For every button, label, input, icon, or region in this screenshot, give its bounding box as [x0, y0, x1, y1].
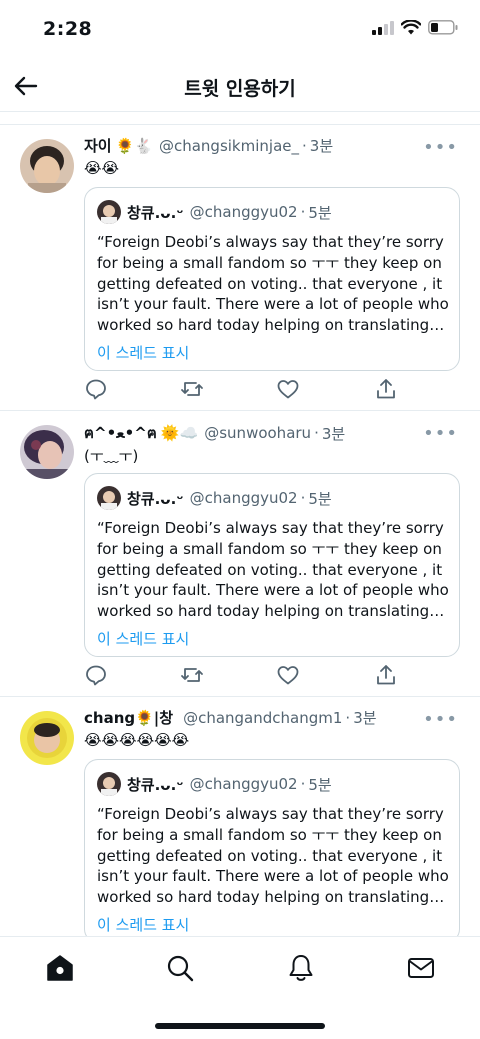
- show-thread-link[interactable]: 이 스레드 표시: [97, 342, 189, 363]
- retweet-icon[interactable]: [180, 663, 204, 687]
- quoted-tweet-header: 창큐.ᴗ.ᵕ @changgyu02 · 5분: [97, 200, 332, 224]
- status-time: 2:28: [43, 18, 93, 40]
- more-options-icon[interactable]: •••: [423, 709, 458, 730]
- quoted-display-name: 창큐.ᴗ.ᵕ: [127, 203, 184, 222]
- share-icon[interactable]: [374, 377, 398, 401]
- quoted-user-handle: @changgyu02: [189, 775, 298, 793]
- separator-dot: ·: [300, 775, 306, 793]
- status-bar: 2:28: [0, 0, 480, 62]
- reply-icon[interactable]: [84, 663, 108, 687]
- tweet-text: 😭😭: [84, 159, 120, 177]
- timestamp: 3분: [353, 709, 377, 727]
- quoted-timestamp: 5분: [308, 489, 332, 508]
- signal-icon: [372, 20, 394, 35]
- timestamp: 3분: [321, 424, 346, 443]
- bottom-nav: [0, 936, 480, 1039]
- search-icon[interactable]: [165, 953, 195, 983]
- quoted-tweet-text: “Foreign Deobi’s always say that they’re…: [97, 805, 449, 907]
- separator-dot: ·: [302, 136, 307, 155]
- header: 트윗 인용하기: [0, 62, 480, 112]
- tweet-text: 😭😭😭😭😭😭: [84, 731, 190, 749]
- home-icon[interactable]: [45, 953, 75, 983]
- display-name[interactable]: chang🌻|창: [84, 707, 173, 728]
- avatar[interactable]: [20, 139, 74, 193]
- user-handle[interactable]: @sunwooharu: [204, 424, 311, 442]
- battery-icon: [428, 20, 458, 35]
- quoted-avatar: [97, 486, 121, 510]
- show-thread-link[interactable]: 이 스레드 표시: [97, 628, 189, 649]
- quoted-timestamp: 5분: [308, 203, 332, 222]
- tweet[interactable]: chang🌻|창 @changandchangm1 · 3분 ••• 😭😭😭😭😭…: [0, 696, 480, 946]
- separator-dot: ·: [345, 708, 351, 727]
- like-icon[interactable]: [276, 377, 300, 401]
- status-icons: [372, 20, 458, 35]
- show-thread-link[interactable]: 이 스레드 표시: [97, 914, 189, 935]
- tweet-header: ฅ^•ﻌ•^ฅ 🌞☁️ @sunwooharu · 3분: [84, 421, 345, 445]
- tweet-header: 자이 🌻🐇 @changsikminjae_ · 3분: [84, 135, 333, 156]
- quoted-tweet-text: “Foreign Deobi’s always say that they’re…: [97, 233, 449, 335]
- quoted-tweet[interactable]: 창큐.ᴗ.ᵕ @changgyu02 · 5분 “Foreign Deobi’s…: [84, 759, 460, 943]
- separator-dot: ·: [300, 203, 306, 221]
- notifications-icon[interactable]: [286, 953, 316, 983]
- quoted-display-name: 창큐.ᴗ.ᵕ: [127, 775, 184, 794]
- quoted-avatar: [97, 772, 121, 796]
- more-options-icon[interactable]: •••: [423, 137, 458, 158]
- tweet-header: chang🌻|창 @changandchangm1 · 3분: [84, 707, 377, 728]
- quoted-tweet[interactable]: 창큐.ᴗ.ᵕ @changgyu02 · 5분 “Foreign Deobi’s…: [84, 473, 460, 657]
- avatar[interactable]: [20, 425, 74, 479]
- more-options-icon[interactable]: •••: [423, 423, 458, 444]
- display-name[interactable]: ฅ^•ﻌ•^ฅ: [84, 421, 157, 445]
- quoted-timestamp: 5분: [308, 775, 332, 794]
- tweet-actions: [84, 663, 404, 691]
- page-title: 트윗 인용하기: [184, 78, 296, 100]
- reply-icon[interactable]: [84, 377, 108, 401]
- tweet-text: (ㅜ﹏ㅜ): [84, 447, 139, 465]
- display-name[interactable]: 자이: [84, 135, 112, 156]
- quoted-tweet-header: 창큐.ᴗ.ᵕ @changgyu02 · 5분: [97, 486, 332, 510]
- avatar[interactable]: [20, 711, 74, 765]
- retweet-icon[interactable]: [180, 377, 204, 401]
- name-emoji: 🌞☁️: [160, 424, 199, 442]
- user-handle[interactable]: @changandchangm1: [183, 709, 342, 727]
- quoted-user-handle: @changgyu02: [189, 489, 298, 507]
- tweet-actions: [84, 377, 404, 405]
- tweet[interactable]: 자이 🌻🐇 @changsikminjae_ · 3분 ••• 😭😭 창큐.ᴗ.…: [0, 124, 480, 410]
- quoted-tweet-text: “Foreign Deobi’s always say that they’re…: [97, 519, 449, 621]
- like-icon[interactable]: [276, 663, 300, 687]
- quoted-avatar: [97, 200, 121, 224]
- quoted-tweet-header: 창큐.ᴗ.ᵕ @changgyu02 · 5분: [97, 772, 332, 796]
- share-icon[interactable]: [374, 663, 398, 687]
- separator-dot: ·: [300, 489, 306, 507]
- tweet[interactable]: ฅ^•ﻌ•^ฅ 🌞☁️ @sunwooharu · 3분 ••• (ㅜ﹏ㅜ) 창…: [0, 410, 480, 696]
- separator-dot: ·: [314, 424, 319, 442]
- user-handle[interactable]: @changsikminjae_: [159, 137, 299, 155]
- messages-icon[interactable]: [406, 953, 436, 983]
- quoted-display-name: 창큐.ᴗ.ᵕ: [127, 489, 184, 508]
- quoted-user-handle: @changgyu02: [189, 203, 298, 221]
- home-indicator: [155, 1023, 325, 1029]
- quoted-tweet[interactable]: 창큐.ᴗ.ᵕ @changgyu02 · 5분 “Foreign Deobi’s…: [84, 187, 460, 371]
- wifi-icon: [401, 20, 421, 35]
- timestamp: 3분: [309, 137, 334, 155]
- name-emoji: 🌻🐇: [115, 136, 153, 155]
